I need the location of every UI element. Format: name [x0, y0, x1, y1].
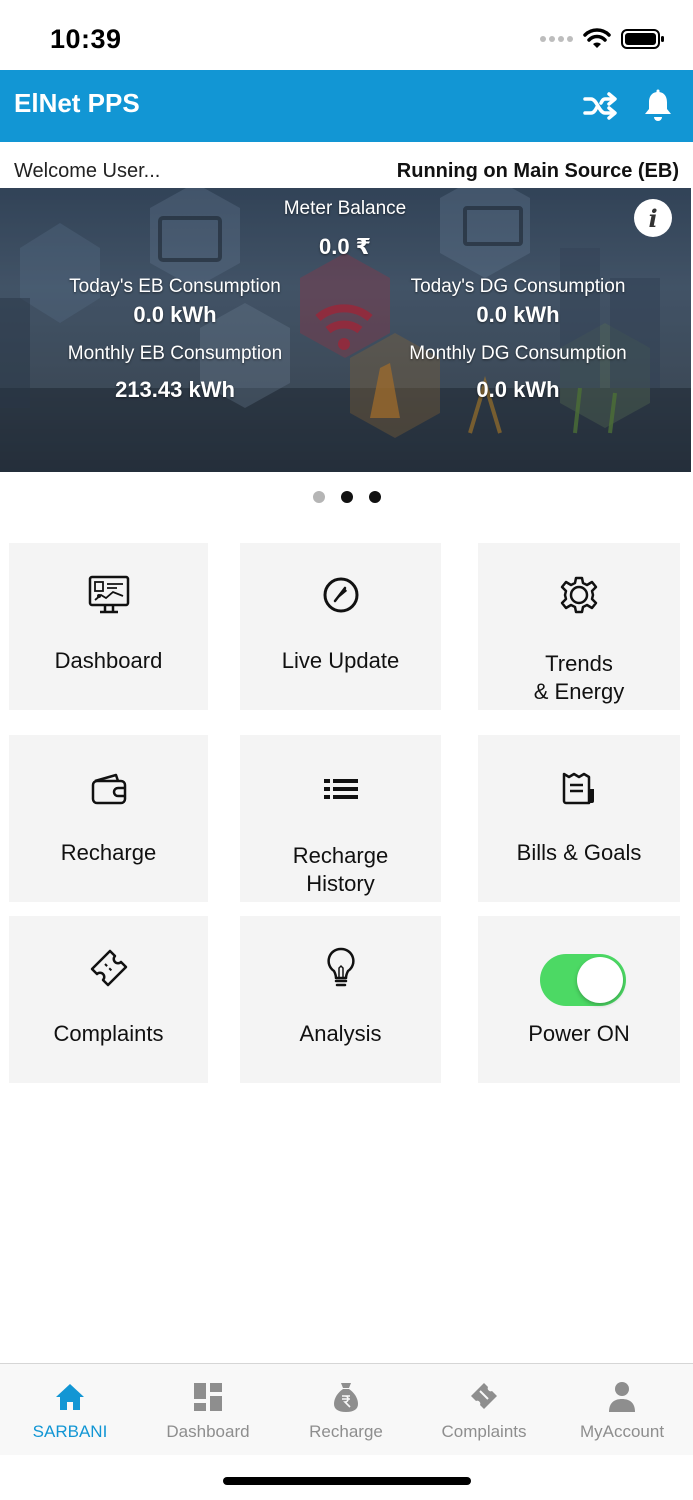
- pager-dot[interactable]: [313, 491, 325, 503]
- trends-energy-tile[interactable]: Trends & Energy: [478, 543, 680, 710]
- list-icon: [319, 767, 363, 811]
- tab-complaints-label: Complaints: [441, 1422, 527, 1441]
- complaints-tile[interactable]: Complaints: [9, 916, 208, 1083]
- tab-dashboard-label: Dashboard: [166, 1422, 250, 1441]
- today-dg-label: Today's DG Consumption: [410, 276, 626, 297]
- dashboard-tile[interactable]: Dashboard: [9, 543, 208, 710]
- recharge-history-tile[interactable]: Recharge History: [240, 735, 441, 902]
- tab-home[interactable]: SARBANI: [1, 1364, 139, 1456]
- welcome-row: Welcome User... Running on Main Source (…: [0, 150, 693, 190]
- status-time: 10:39: [50, 24, 122, 54]
- app-header: ElNet PPS: [0, 70, 693, 142]
- bills-goals-label: Bills & Goals: [516, 840, 642, 865]
- bottom-tab-bar: SARBANI Dashboard Recharge Complaints My…: [0, 1363, 693, 1455]
- today-eb-label: Today's EB Consumption: [69, 276, 281, 297]
- welcome-text: Welcome User...: [14, 160, 161, 182]
- shuffle-icon: [583, 92, 617, 120]
- tab-recharge[interactable]: Recharge: [277, 1364, 415, 1456]
- meter-balance-label: Meter Balance: [283, 198, 407, 219]
- recharge-history-label-line1: Recharge: [292, 843, 389, 868]
- power-toggle-knob: [577, 957, 623, 1003]
- trends-label-line2: & Energy: [533, 679, 625, 704]
- notifications-button[interactable]: [638, 86, 678, 126]
- lightbulb-icon: [319, 946, 363, 990]
- dashboard-icon: [191, 1380, 225, 1414]
- gauge-icon: [319, 573, 363, 617]
- power-toggle[interactable]: [540, 954, 626, 1006]
- recharge-tile[interactable]: Recharge: [9, 735, 208, 902]
- ticket-icon: [467, 1380, 501, 1414]
- analysis-tile[interactable]: Analysis: [240, 916, 441, 1083]
- recharge-history-label-line2: History: [306, 871, 375, 896]
- app-title: ElNet PPS: [14, 88, 140, 118]
- monthly-dg-label: Monthly DG Consumption: [409, 343, 627, 364]
- power-source-text: Running on Main Source (EB): [396, 160, 679, 182]
- live-update-label: Live Update: [281, 648, 400, 673]
- rupee-bag-icon: [329, 1380, 363, 1414]
- info-icon[interactable]: i: [634, 199, 672, 237]
- tab-dashboard[interactable]: Dashboard: [139, 1364, 277, 1456]
- monitor-dashboard-icon: [87, 573, 131, 617]
- signal-icon: [540, 36, 573, 42]
- today-eb-value: 0.0 kWh: [133, 302, 217, 327]
- monthly-eb-label: Monthly EB Consumption: [67, 343, 283, 364]
- monthly-eb-value: 213.43 kWh: [115, 377, 235, 402]
- monthly-dg-value: 0.0 kWh: [476, 377, 560, 402]
- today-dg-value: 0.0 kWh: [476, 302, 560, 327]
- banner-pager[interactable]: [313, 491, 381, 503]
- power-tile: Power ON: [478, 916, 680, 1083]
- status-bar: 10:39: [0, 0, 693, 70]
- home-indicator: [223, 1477, 471, 1485]
- battery-icon: [621, 29, 664, 49]
- dashboard-label: Dashboard: [54, 648, 163, 673]
- status-icons: [540, 28, 665, 50]
- receipt-icon: [557, 767, 601, 811]
- tab-home-label: SARBANI: [32, 1422, 108, 1441]
- bell-icon: [645, 89, 671, 121]
- pager-dot[interactable]: [369, 491, 381, 503]
- trends-label-line1: Trends: [545, 651, 613, 676]
- gear-icon: [557, 573, 601, 617]
- banner-overlay: [0, 188, 691, 472]
- pager-dot[interactable]: [341, 491, 353, 503]
- tab-complaints[interactable]: Complaints: [415, 1364, 553, 1456]
- recharge-label: Recharge: [60, 840, 157, 865]
- tab-myaccount[interactable]: MyAccount: [553, 1364, 691, 1456]
- person-icon: [605, 1380, 639, 1414]
- complaints-label: Complaints: [53, 1021, 164, 1046]
- tab-myaccount-label: MyAccount: [579, 1422, 665, 1441]
- consumption-banner[interactable]: Meter Balance 0.0 ₹ Today's EB Consumpti…: [0, 188, 691, 472]
- home-icon: [53, 1380, 87, 1414]
- meter-balance-value: 0.0 ₹: [318, 234, 371, 259]
- wallet-icon: [87, 767, 131, 811]
- bills-goals-tile[interactable]: Bills & Goals: [478, 735, 680, 902]
- analysis-label: Analysis: [299, 1021, 382, 1046]
- ticket-icon: [87, 946, 131, 990]
- live-update-tile[interactable]: Live Update: [240, 543, 441, 710]
- tab-recharge-label: Recharge: [309, 1422, 383, 1441]
- wifi-icon: [583, 28, 611, 48]
- shuffle-button[interactable]: [580, 86, 620, 126]
- power-label: Power ON: [528, 1021, 630, 1046]
